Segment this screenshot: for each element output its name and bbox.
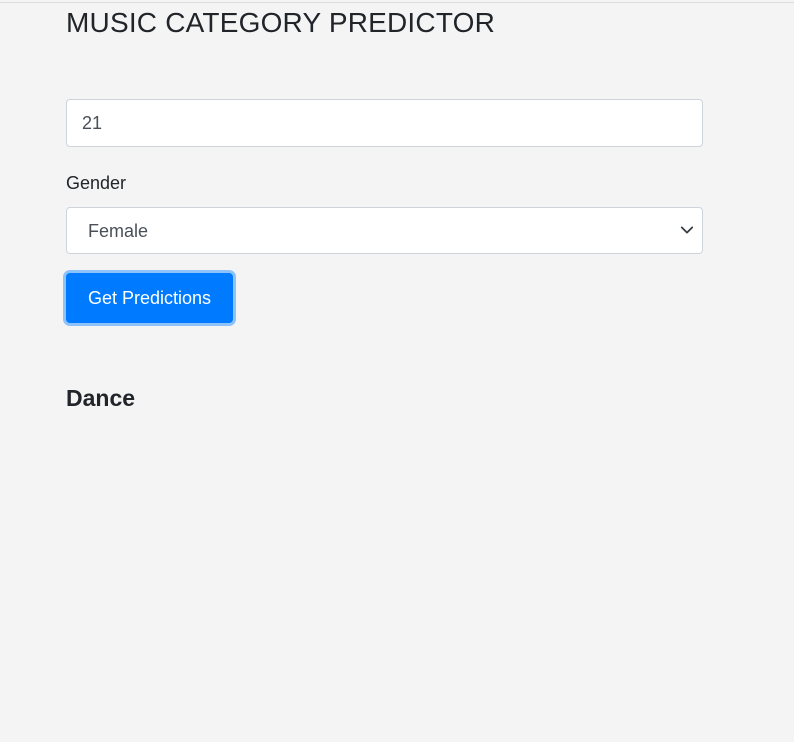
prediction-result: Dance [66,385,136,411]
top-divider [0,2,794,3]
get-predictions-button[interactable]: Get Predictions [66,273,233,323]
page-title: MUSIC CATEGORY PREDICTOR [66,7,496,38]
gender-label: Gender [66,173,127,193]
gender-selected-value: Female [88,221,149,241]
age-input[interactable] [66,99,703,147]
gender-select[interactable]: Female [66,207,703,254]
chevron-down-icon [680,226,694,234]
